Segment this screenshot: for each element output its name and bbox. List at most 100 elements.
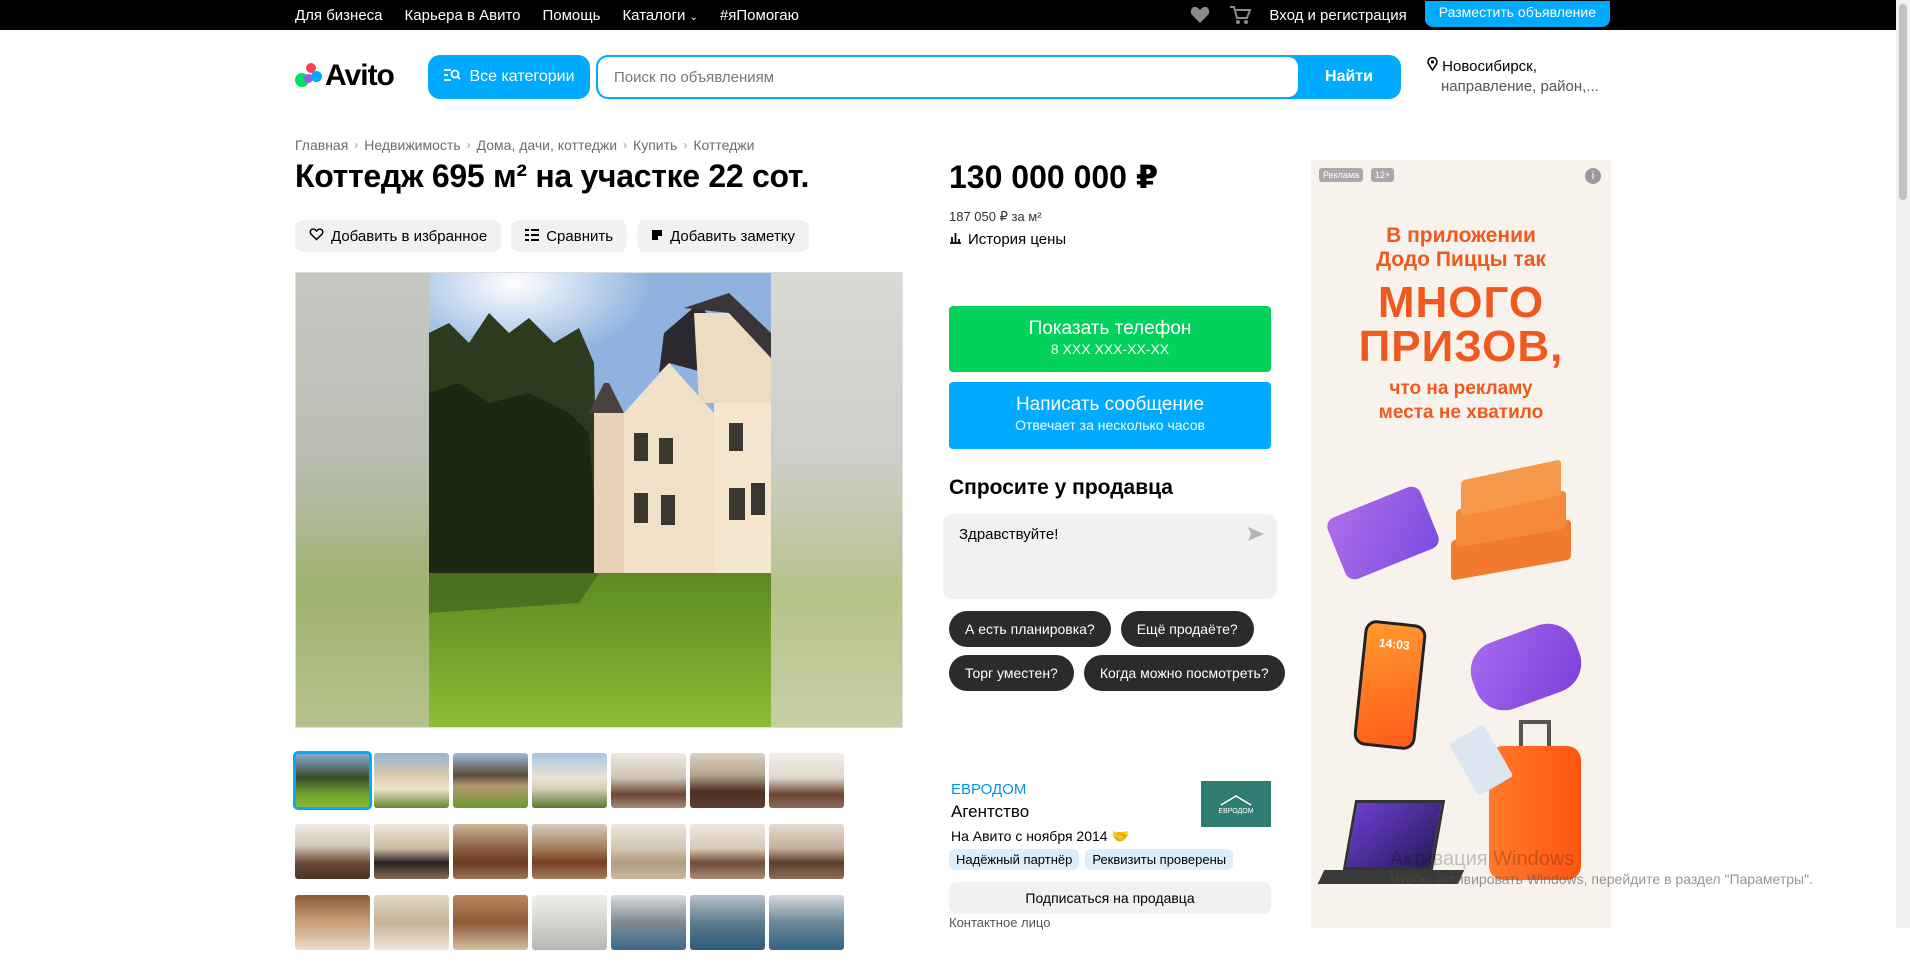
location-selector[interactable]: Новосибирск, направление, район,... [1427, 56, 1599, 97]
location-city: Новосибирск, [1442, 58, 1537, 75]
thumbnail[interactable] [293, 751, 372, 810]
search-input[interactable] [598, 57, 1298, 97]
cart-icon[interactable] [1229, 4, 1252, 26]
ad-line-1: В приложении [1386, 224, 1536, 247]
thumbnail[interactable] [453, 895, 528, 950]
link-catalogs[interactable]: Каталоги ⌄ [622, 7, 697, 24]
compare-button[interactable]: Сравнить [511, 220, 628, 252]
thumbnail[interactable] [532, 824, 607, 879]
quick-question-chip[interactable]: А есть планировка? [949, 611, 1111, 647]
price-history-link[interactable]: История цены [949, 231, 1066, 248]
thumbnail[interactable] [690, 824, 765, 879]
breadcrumb-separator-icon: › [466, 138, 471, 152]
advertisement-banner[interactable]: Реклама 12+ i В приложении Додо Пиццы та… [1311, 160, 1611, 928]
thumbnail[interactable] [769, 895, 844, 950]
thumbnail[interactable] [690, 753, 765, 808]
price: 130 000 000 ₽ [949, 159, 1159, 195]
breadcrumb-separator-icon: › [683, 138, 688, 152]
info-icon[interactable]: i [1585, 168, 1601, 184]
ad-line-4: места не хватило [1378, 402, 1544, 423]
link-help[interactable]: Помощь [543, 7, 601, 24]
add-to-favorites-label: Добавить в избранное [331, 227, 488, 245]
thumbnail[interactable] [453, 824, 528, 879]
gallery-blur-right [769, 273, 902, 727]
thumbnail[interactable] [611, 824, 686, 879]
chart-icon [949, 231, 962, 248]
post-ad-button[interactable]: Разместить объявление [1424, 1, 1610, 27]
seller-card: ЕВРОДОМ Агентство На Авито с ноября 2014… [951, 781, 1271, 845]
categories-icon [443, 68, 462, 87]
ad-big-1: МНОГО [1377, 278, 1545, 327]
link-career[interactable]: Карьера в Авито [405, 7, 521, 24]
thumbnail[interactable] [295, 895, 370, 950]
seller-logo[interactable]: ЕВРОДОМ [1201, 781, 1271, 827]
thumbnail[interactable] [374, 895, 449, 950]
note-icon [651, 228, 663, 245]
badge-reliable-partner: Надёжный партнёр [949, 849, 1080, 870]
thumbnail[interactable] [769, 753, 844, 808]
page-scrollbar[interactable] [1896, 0, 1910, 928]
subscribe-seller-button[interactable]: Подписаться на продавца [949, 882, 1271, 914]
all-categories-button[interactable]: Все категории [428, 55, 590, 99]
location-pin-icon [1427, 56, 1442, 75]
phone-masked: 8 XXX XXX-XX-XX [1050, 341, 1170, 357]
thumbnail[interactable] [611, 753, 686, 808]
thumbnail[interactable] [611, 895, 686, 950]
compare-label: Сравнить [546, 227, 614, 245]
login-link[interactable]: Вход и регистрация [1269, 7, 1406, 24]
quick-questions: А есть планировка? Ещё продаёте? Торг ум… [949, 611, 1289, 691]
breadcrumb-item[interactable]: Недвижимость [364, 137, 460, 153]
handshake-icon: 🤝 [1111, 828, 1129, 844]
breadcrumb: Главная › Недвижимость › Дома, дачи, кот… [295, 137, 754, 153]
thumbnail[interactable] [374, 753, 449, 808]
price-history-label: История цены [968, 231, 1067, 248]
breadcrumb-item[interactable]: Коттеджи [693, 137, 754, 153]
thumbnail[interactable] [532, 753, 607, 808]
breadcrumb-item[interactable]: Главная [295, 137, 348, 153]
heart-icon[interactable] [1189, 4, 1211, 26]
add-to-favorites-button[interactable]: Добавить в избранное [295, 220, 502, 252]
photo-gallery[interactable] [295, 272, 903, 728]
quick-question-chip[interactable]: Ещё продаёте? [1120, 611, 1254, 647]
link-business[interactable]: Для бизнеса [295, 7, 383, 24]
reply-time: Отвечает за несколько часов [1015, 417, 1205, 433]
add-note-button[interactable]: Добавить заметку [637, 220, 809, 252]
thumbnail[interactable] [532, 895, 607, 950]
write-message-button[interactable]: Написать сообщение Отвечает за несколько… [949, 382, 1271, 449]
seller-badges: Надёжный партнёр Реквизиты проверены [949, 849, 1234, 870]
breadcrumb-item[interactable]: Купить [633, 137, 677, 153]
phone-time: 14:03 [1378, 635, 1411, 653]
send-icon[interactable] [1247, 526, 1265, 547]
scrollbar-thumb[interactable] [1899, 4, 1907, 200]
add-note-label: Добавить заметку [670, 227, 795, 245]
watermark-title: Активация Windows [1390, 848, 1575, 870]
thumbnail[interactable] [453, 753, 528, 808]
thumbnail[interactable] [295, 824, 370, 879]
quick-question-chip[interactable]: Торг уместен? [949, 655, 1074, 691]
listing-title: Коттедж 695 м² на участке 22 сот. [295, 158, 810, 194]
pizza-boxes-image [1451, 459, 1571, 590]
show-phone-label: Показать телефон [1028, 318, 1192, 339]
breadcrumb-item[interactable]: Дома, дачи, коттеджи [477, 137, 617, 153]
catalogs-label: Каталоги [622, 6, 686, 24]
ask-seller-box: Здравствуйте! [943, 514, 1277, 599]
seller-since: На Авито с ноября 2014 🤝 [951, 828, 1271, 845]
thumbnail[interactable] [769, 824, 844, 879]
thumbnail[interactable] [374, 824, 449, 879]
breadcrumb-separator-icon: › [623, 138, 628, 152]
avito-logo[interactable]: Avito [295, 59, 395, 93]
show-phone-button[interactable]: Показать телефон 8 XXX XXX-XX-XX [949, 306, 1271, 372]
thumbnail[interactable] [690, 895, 765, 950]
location-sub: направление, район,... [1441, 78, 1599, 95]
main-photo[interactable] [429, 273, 771, 727]
top-bar: Для бизнеса Карьера в Авито Помощь Катал… [0, 0, 1910, 30]
quick-question-chip[interactable]: Когда можно посмотреть? [1083, 655, 1285, 691]
search-button[interactable]: Найти [1299, 57, 1399, 97]
ad-line-3: что на рекламу [1389, 378, 1533, 399]
price-per-m2: 187 050 ₽ за м² [949, 209, 1042, 224]
link-ya-pomogayu[interactable]: #яПомогаю [720, 7, 799, 24]
windows-activation-watermark: Активация Windows Чтобы активировать Win… [1390, 848, 1813, 887]
heart-outline-icon [309, 227, 324, 245]
ad-big-2: ПРИЗОВ, [1358, 322, 1564, 371]
ask-seller-input[interactable]: Здравствуйте! [943, 514, 1233, 599]
